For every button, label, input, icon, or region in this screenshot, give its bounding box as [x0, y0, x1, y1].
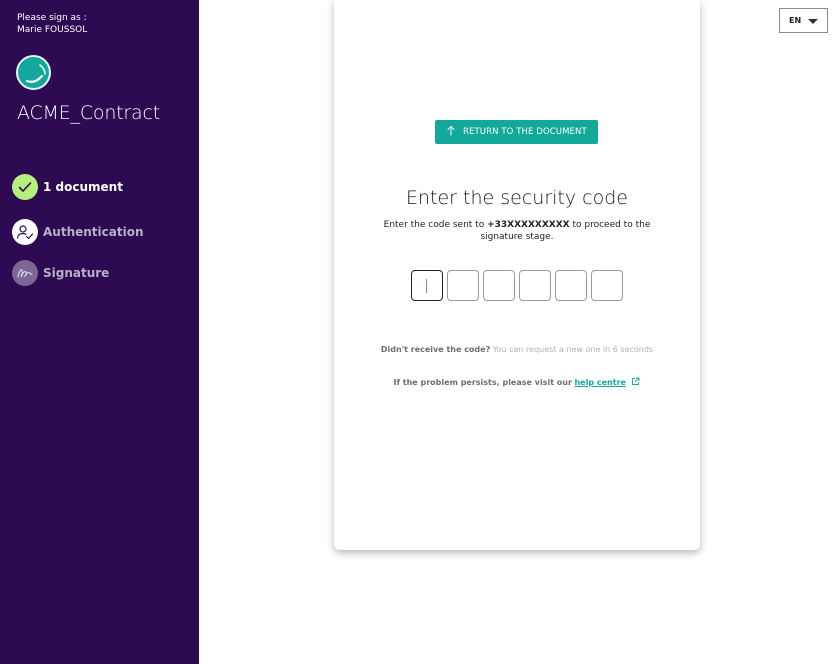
step-label: Signature [43, 266, 110, 280]
code-digit-input[interactable] [519, 270, 551, 301]
step-signature: Signature [12, 260, 109, 286]
code-digit-input[interactable] [591, 270, 623, 301]
resend-info: Didn't receive the code? You can request… [334, 345, 700, 354]
return-to-document-button[interactable]: RETURN TO THE DOCUMENT [435, 120, 598, 144]
signature-icon [12, 260, 38, 286]
signer-prompt: Please sign as : [17, 13, 87, 23]
code-digit-input[interactable] [483, 270, 515, 301]
logo [16, 55, 51, 90]
external-link-icon [631, 377, 640, 388]
language-selector[interactable]: EN [779, 8, 828, 33]
user-check-icon [12, 219, 38, 245]
language-code: EN [789, 16, 802, 25]
resend-countdown: You can request a new one in 6 seconds [492, 345, 654, 354]
code-digit-input[interactable] [447, 270, 479, 301]
page-title: Enter the security code [406, 187, 628, 209]
instruction-text: Enter the code sent to [383, 220, 488, 230]
resend-question: Didn't receive the code? [380, 345, 491, 354]
document-title: ACME_Contract [17, 102, 160, 124]
security-code-card: RETURN TO THE DOCUMENT Enter the securit… [334, 0, 700, 550]
signer-name: Marie FOUSSOL [17, 25, 88, 35]
return-button-label: RETURN TO THE DOCUMENT [463, 127, 587, 137]
phone-number: +33XXXXXXXXX [487, 220, 570, 230]
code-instruction: Enter the code sent to +33XXXXXXXXX to p… [364, 219, 670, 243]
help-centre-link[interactable]: help centre [574, 378, 625, 387]
step-label: Authentication [43, 225, 144, 239]
help-info: If the problem persists, please visit ou… [334, 377, 700, 388]
code-input-group [411, 270, 627, 301]
step-authentication: Authentication [12, 219, 144, 245]
help-text: If the problem persists, please visit ou… [393, 378, 572, 387]
sidebar: Please sign as : Marie FOUSSOL ACME_Cont… [0, 0, 199, 664]
step-label: 1 document [43, 180, 123, 194]
check-icon [12, 174, 38, 200]
step-documents: 1 document [12, 174, 123, 200]
code-digit-input[interactable] [411, 270, 443, 301]
code-digit-input[interactable] [555, 270, 587, 301]
chevron-down-icon [808, 19, 818, 24]
arrow-up-icon [446, 125, 458, 139]
